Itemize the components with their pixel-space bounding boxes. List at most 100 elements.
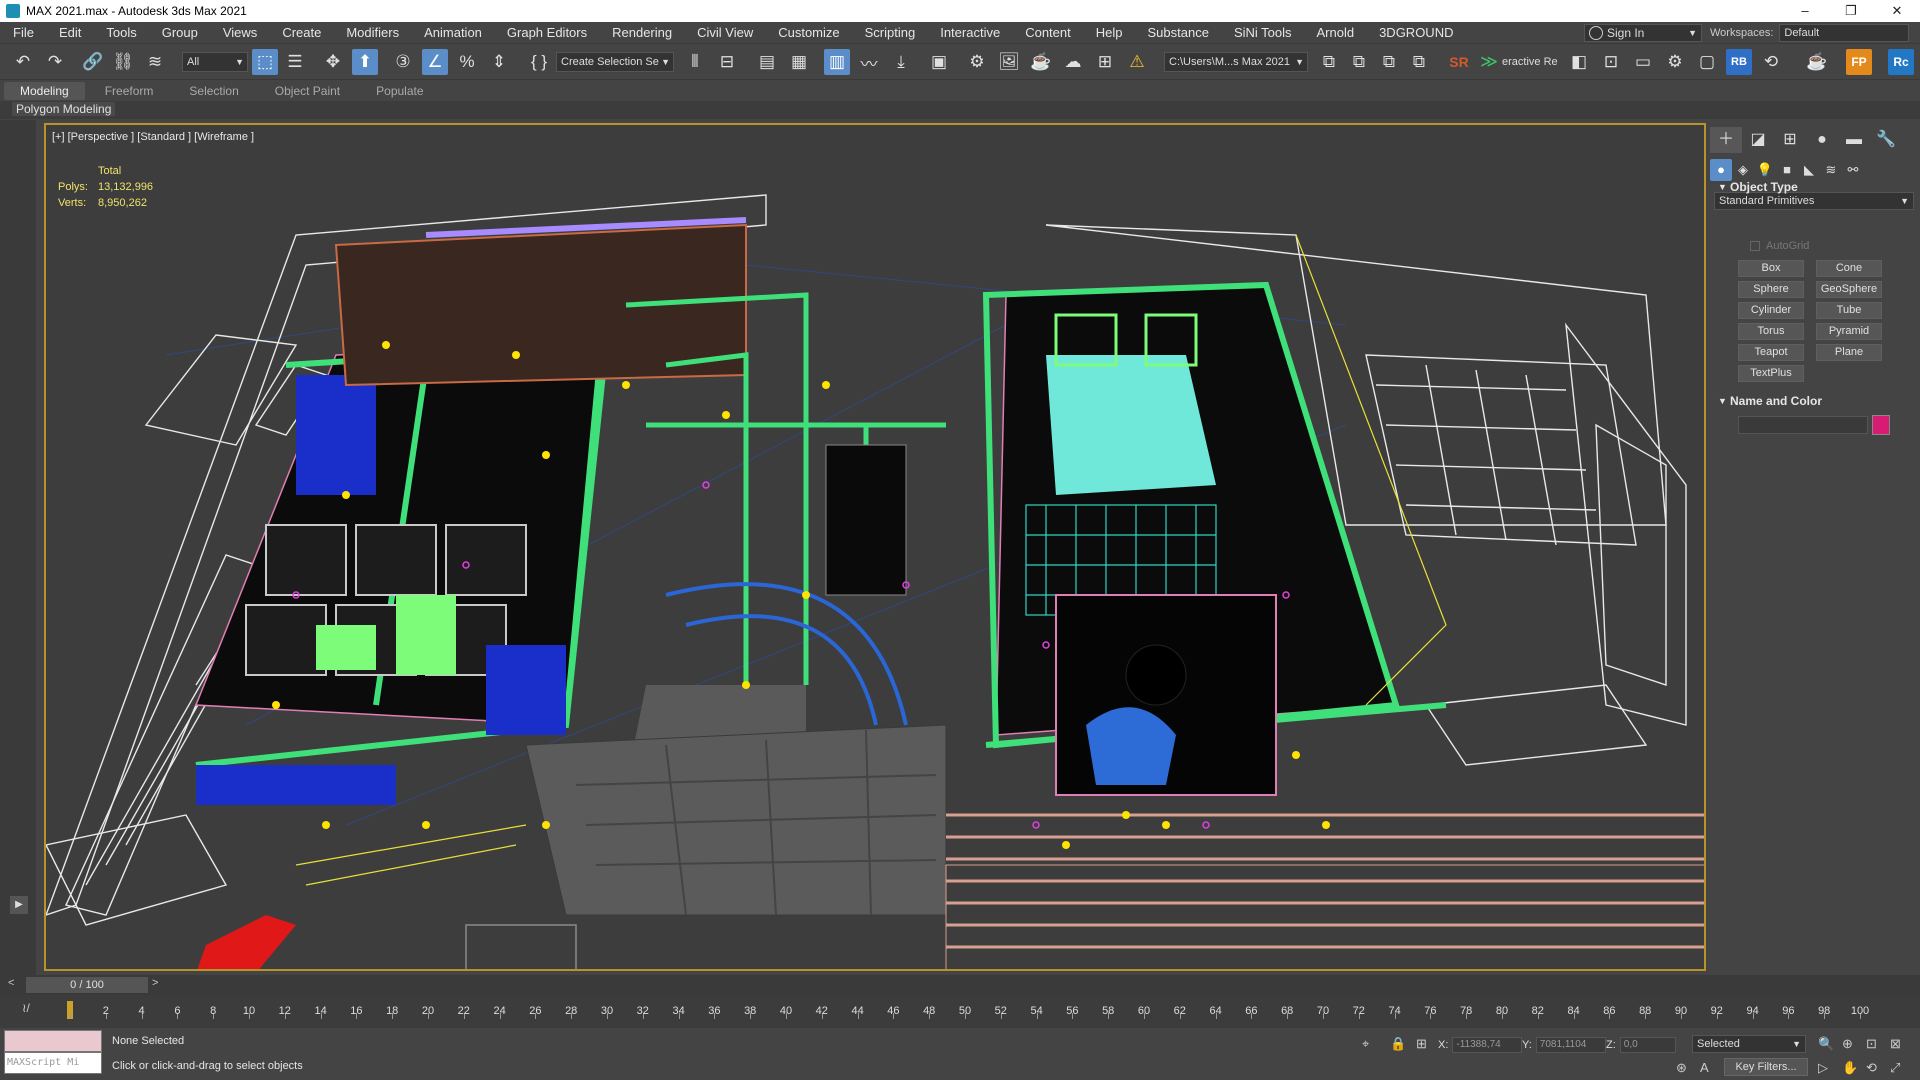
- maxscript-output[interactable]: [4, 1030, 102, 1052]
- menu-customize[interactable]: Customize: [765, 22, 851, 44]
- time-slider-thumb[interactable]: 0 / 100: [26, 977, 148, 993]
- curve-editor-icon[interactable]: 〰: [856, 49, 882, 75]
- menu-scripting[interactable]: Scripting: [852, 22, 928, 44]
- tab-object-paint[interactable]: Object Paint: [259, 82, 356, 100]
- maxscript-input[interactable]: MAXScript Mi: [4, 1052, 102, 1074]
- close-button[interactable]: ✕: [1874, 0, 1920, 22]
- select-object-icon[interactable]: ⬚: [252, 49, 278, 75]
- geosphere-button[interactable]: GeoSphere: [1816, 281, 1882, 298]
- railclone-icon[interactable]: Rc: [1888, 49, 1914, 75]
- cylinder-button[interactable]: Cylinder: [1738, 302, 1804, 319]
- menu-interactive[interactable]: Interactive: [927, 22, 1012, 44]
- teapot-button[interactable]: Teapot: [1738, 344, 1804, 361]
- layer-explorer-icon[interactable]: ▤: [754, 49, 780, 75]
- menu-views[interactable]: Views: [210, 22, 269, 44]
- menu-create[interactable]: Create: [269, 22, 333, 44]
- railclone-browser-icon[interactable]: RB: [1726, 49, 1752, 75]
- render-frame-icon[interactable]: ◧: [1566, 49, 1592, 75]
- spinner-snap-icon[interactable]: ⇕: [486, 49, 512, 75]
- modify-tab-icon[interactable]: ◪: [1742, 127, 1774, 153]
- minimize-button[interactable]: –: [1782, 0, 1828, 22]
- expand-layout-icon[interactable]: ▶: [10, 896, 28, 914]
- isolate-selection-icon[interactable]: ⌖: [1362, 1036, 1369, 1052]
- undo-icon[interactable]: ↶: [10, 49, 36, 75]
- maximize-viewport-icon[interactable]: ⤢: [1890, 1060, 1900, 1076]
- schematic-view-icon[interactable]: ⤓: [888, 49, 914, 75]
- toggle-ribbon-icon[interactable]: ▥: [824, 49, 850, 75]
- select-rotate-icon[interactable]: ⬆: [352, 49, 378, 75]
- named-selection-set-dropdown[interactable]: Create Selection Se ▼: [556, 52, 674, 72]
- z-field[interactable]: 0,0: [1619, 1037, 1676, 1053]
- torus-button[interactable]: Torus: [1738, 323, 1804, 340]
- selection-lock-icon[interactable]: 🔒: [1390, 1036, 1406, 1052]
- menu-rendering[interactable]: Rendering: [599, 22, 684, 44]
- auto-key-icon[interactable]: A: [1700, 1060, 1709, 1075]
- pyramid-button[interactable]: Pyramid: [1816, 323, 1882, 340]
- hierarchy-tab-icon[interactable]: ⊞: [1774, 127, 1806, 153]
- create-tab-icon[interactable]: ＋: [1710, 127, 1742, 153]
- track-bar[interactable]: ≀/ 2 4 6 8 10 12 14 16 18 20 22 24 26 28 30 32 34 36 38 40 4…: [0, 995, 1920, 1028]
- menu-graph-editors[interactable]: Graph Editors: [494, 22, 599, 44]
- sign-in-dropdown[interactable]: Sign In ▼: [1584, 24, 1702, 42]
- object-name-field[interactable]: [1738, 416, 1868, 434]
- time-next-icon[interactable]: >: [152, 977, 158, 989]
- bind-space-warp-icon[interactable]: ≋: [142, 49, 168, 75]
- selection-filter-dropdown[interactable]: All ▼: [182, 52, 248, 72]
- orbit-viewport-icon[interactable]: ⟲: [1866, 1060, 1877, 1076]
- angle-snap-icon[interactable]: ∠: [422, 49, 448, 75]
- menu-edit[interactable]: Edit: [46, 22, 93, 44]
- snapshot-icon[interactable]: ⊡: [1598, 49, 1624, 75]
- tab-populate[interactable]: Populate: [360, 82, 439, 100]
- key-filters-button[interactable]: Key Filters...: [1724, 1058, 1808, 1076]
- scene-converter-icon[interactable]: ⚙: [1662, 49, 1688, 75]
- time-prev-icon[interactable]: <: [8, 977, 14, 989]
- set-key-icon[interactable]: ⊛: [1676, 1060, 1687, 1076]
- perspective-viewport[interactable]: [+] [Perspective ] [Standard ] [Wirefram…: [44, 123, 1706, 971]
- y-field[interactable]: 7081,1104: [1535, 1037, 1606, 1053]
- viewport-capture-icon[interactable]: ▭: [1630, 49, 1656, 75]
- tube-button[interactable]: Tube: [1816, 302, 1882, 319]
- display-tab-icon[interactable]: ▬: [1838, 127, 1870, 153]
- rendered-frame-window-icon[interactable]: 🖼: [996, 49, 1022, 75]
- menu-modifiers[interactable]: Modifiers: [333, 22, 411, 44]
- play-icon[interactable]: ▷: [1818, 1060, 1828, 1076]
- key-mode-dropdown[interactable]: Selected ▼: [1692, 1035, 1806, 1053]
- box-button[interactable]: Box: [1738, 260, 1804, 277]
- polygon-modeling-label[interactable]: Polygon Modeling: [12, 102, 116, 116]
- warning-icon[interactable]: ⚠: [1124, 49, 1150, 75]
- plane-button[interactable]: Plane: [1816, 344, 1882, 361]
- viewport-layout-3-icon[interactable]: ⧉: [1376, 49, 1402, 75]
- link-icon[interactable]: 🔗: [80, 49, 106, 75]
- safe-frame-icon[interactable]: ▢: [1694, 49, 1720, 75]
- project-folder-dropdown[interactable]: C:\Users\M...s Max 2021 ▼: [1164, 52, 1308, 72]
- redo-icon[interactable]: ↷: [42, 49, 68, 75]
- sphere-button[interactable]: Sphere: [1738, 281, 1804, 298]
- edit-named-sets-icon[interactable]: { }: [526, 49, 552, 75]
- viewport-layout-icon[interactable]: ⧉: [1316, 49, 1342, 75]
- viewport-layout-2-icon[interactable]: ⧉: [1346, 49, 1372, 75]
- zoom-extents-icon[interactable]: ⊡: [1866, 1036, 1877, 1052]
- align-icon[interactable]: ⊟: [714, 49, 740, 75]
- menu-sini-tools[interactable]: SiNi Tools: [1221, 22, 1304, 44]
- menu-file[interactable]: File: [0, 22, 46, 44]
- object-type-rollout[interactable]: ▼ Object Type: [1714, 178, 1914, 196]
- menu-help[interactable]: Help: [1083, 22, 1135, 44]
- object-color-swatch[interactable]: [1872, 415, 1890, 435]
- forest-pro-icon[interactable]: FP: [1846, 49, 1872, 75]
- x-field[interactable]: -11388,74: [1452, 1037, 1523, 1053]
- material-editor-icon[interactable]: ▣: [926, 49, 952, 75]
- unlink-icon[interactable]: ⛓: [110, 49, 136, 75]
- menu-civil-view[interactable]: Civil View: [684, 22, 765, 44]
- curve-editor-mini-icon[interactable]: ≀/: [22, 1001, 30, 1015]
- sini-relink-icon[interactable]: SR: [1446, 49, 1472, 75]
- percent-snap-icon[interactable]: %: [454, 49, 480, 75]
- menu-3dground[interactable]: 3DGROUND: [1366, 22, 1465, 44]
- mirror-icon[interactable]: ⫴: [682, 49, 708, 75]
- zoom-icon[interactable]: 🔍: [1818, 1036, 1834, 1052]
- select-move-icon[interactable]: ✥: [320, 49, 346, 75]
- motion-tab-icon[interactable]: ●: [1806, 127, 1838, 153]
- menu-arnold[interactable]: Arnold: [1304, 22, 1367, 44]
- tab-modeling[interactable]: Modeling: [4, 82, 85, 100]
- render-setup-icon[interactable]: ⚙: [964, 49, 990, 75]
- zoom-all-icon[interactable]: ⊕: [1842, 1036, 1853, 1052]
